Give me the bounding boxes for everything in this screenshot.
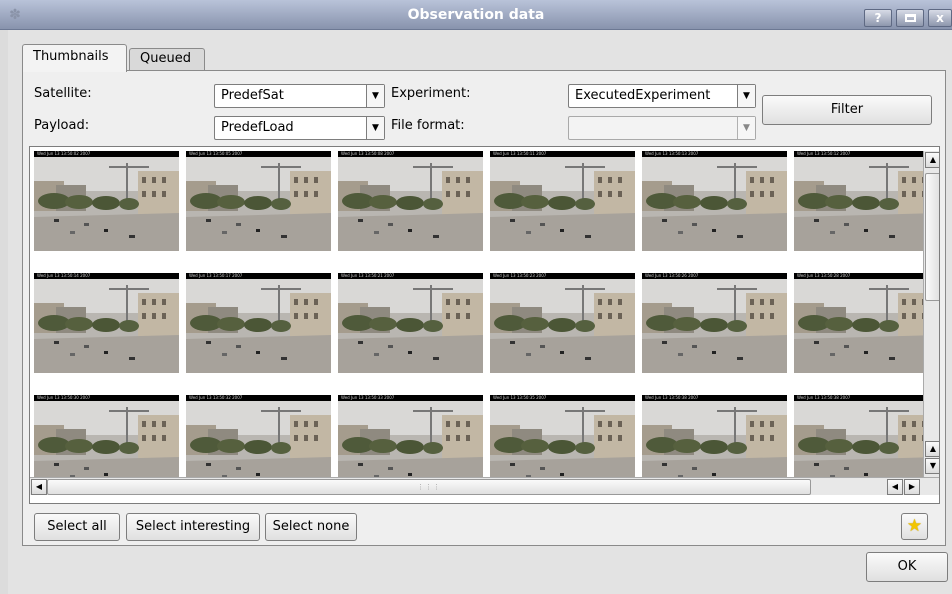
thumbnail-image[interactable]: Wed Jun 13 13:50:02 2007 <box>34 151 179 251</box>
thumbnail-image[interactable]: Wed Jun 13 13:50:05 2007 <box>186 151 331 251</box>
thumbnail-image[interactable]: Wed Jun 13 13:50:08 2007 <box>338 151 483 251</box>
thumbnail-image[interactable]: Wed Jun 13 13:50:17 2007 <box>186 273 331 373</box>
dialog-content: Thumbnails Queued Satellite: PredefSat ▼… <box>8 30 952 594</box>
star-icon[interactable]: ★ <box>901 513 928 540</box>
horizontal-scroll-thumb[interactable]: ⋮⋮⋮ <box>47 479 811 495</box>
payload-label: Payload: <box>34 118 90 133</box>
arrow-up-icon[interactable]: ▲ <box>925 441 939 457</box>
thumbnail-image[interactable]: Wed Jun 13 13:50:21 2007 <box>338 273 483 373</box>
close-icon: x <box>936 11 944 25</box>
maximize-icon <box>904 14 916 22</box>
experiment-label: Experiment: <box>391 86 471 101</box>
select-none-button[interactable]: Select none <box>265 513 357 541</box>
help-button[interactable]: ? <box>864 9 892 27</box>
arrow-left-icon[interactable]: ◀ <box>887 479 903 495</box>
arrow-right-icon[interactable]: ▶ <box>904 479 920 495</box>
tab-thumbnails[interactable]: Thumbnails <box>22 44 127 72</box>
select-all-button[interactable]: Select all <box>34 513 120 541</box>
satellite-combo[interactable]: PredefSat ▼ <box>214 84 385 108</box>
close-button[interactable]: x <box>928 9 952 27</box>
thumbnail-image[interactable]: Wed Jun 13 13:50:23 2007 <box>490 273 635 373</box>
thumbnail-image[interactable]: Wed Jun 13 13:50:28 2007 <box>794 273 939 373</box>
street-scene-photo <box>338 157 483 251</box>
chevron-down-icon: ▼ <box>366 117 384 139</box>
street-scene-photo <box>186 157 331 251</box>
thumbnails-panel: Satellite: PredefSat ▼ Experiment: Execu… <box>22 70 946 546</box>
payload-combo[interactable]: PredefLoad ▼ <box>214 116 385 140</box>
help-icon: ? <box>874 11 882 25</box>
vertical-scroll-thumb[interactable] <box>925 173 939 301</box>
chevron-down-icon: ▼ <box>366 85 384 107</box>
experiment-combo[interactable]: ExecutedExperiment ▼ <box>568 84 756 108</box>
street-scene-photo <box>490 157 635 251</box>
select-interesting-button[interactable]: Select interesting <box>126 513 260 541</box>
arrow-left-icon[interactable]: ◀ <box>31 479 47 495</box>
thumbnail-image[interactable]: Wed Jun 13 13:50:26 2007 <box>642 273 787 373</box>
thumbnail-image[interactable]: Wed Jun 13 13:50:14 2007 <box>34 273 179 373</box>
arrow-up-icon[interactable]: ▲ <box>925 152 939 168</box>
street-scene-photo <box>34 157 179 251</box>
street-scene-photo <box>34 279 179 373</box>
street-scene-photo <box>794 279 939 373</box>
street-scene-photo <box>186 279 331 373</box>
thumbnail-view[interactable]: Wed Jun 13 13:50:02 2007 Wed Jun 13 13:5… <box>29 146 940 504</box>
payload-value: PredefLoad <box>221 120 294 135</box>
satellite-label: Satellite: <box>34 86 92 101</box>
tab-queued[interactable]: Queued <box>129 48 205 70</box>
horizontal-scrollbar[interactable]: ◀ ⋮⋮⋮ ◀ ▶ <box>30 477 939 495</box>
file-format-label: File format: <box>391 118 465 133</box>
vertical-scrollbar[interactable]: ▲ ▲ ▼ <box>923 151 939 477</box>
file-format-combo[interactable]: ▼ <box>568 116 756 140</box>
experiment-value: ExecutedExperiment <box>575 88 711 103</box>
street-scene-photo <box>338 279 483 373</box>
ok-button[interactable]: OK <box>866 552 948 582</box>
thumbnail-image[interactable]: Wed Jun 13 13:50:13 2007 <box>642 151 787 251</box>
chevron-down-icon: ▼ <box>737 117 755 139</box>
thumbnail-image[interactable]: Wed Jun 13 13:50:11 2007 <box>490 151 635 251</box>
thumbnail-image[interactable]: Wed Jun 13 13:50:12 2007 <box>794 151 939 251</box>
window-title: Observation data <box>407 7 545 23</box>
street-scene-photo <box>642 279 787 373</box>
satellite-value: PredefSat <box>221 88 284 103</box>
arrow-down-icon[interactable]: ▼ <box>925 458 939 474</box>
chevron-down-icon: ▼ <box>737 85 755 107</box>
maximize-button[interactable] <box>896 9 924 27</box>
street-scene-photo <box>490 279 635 373</box>
street-scene-photo <box>642 157 787 251</box>
street-scene-photo <box>794 157 939 251</box>
filter-button[interactable]: Filter <box>762 95 932 125</box>
window-titlebar[interactable]: ✽ Observation data ? x <box>0 0 952 30</box>
